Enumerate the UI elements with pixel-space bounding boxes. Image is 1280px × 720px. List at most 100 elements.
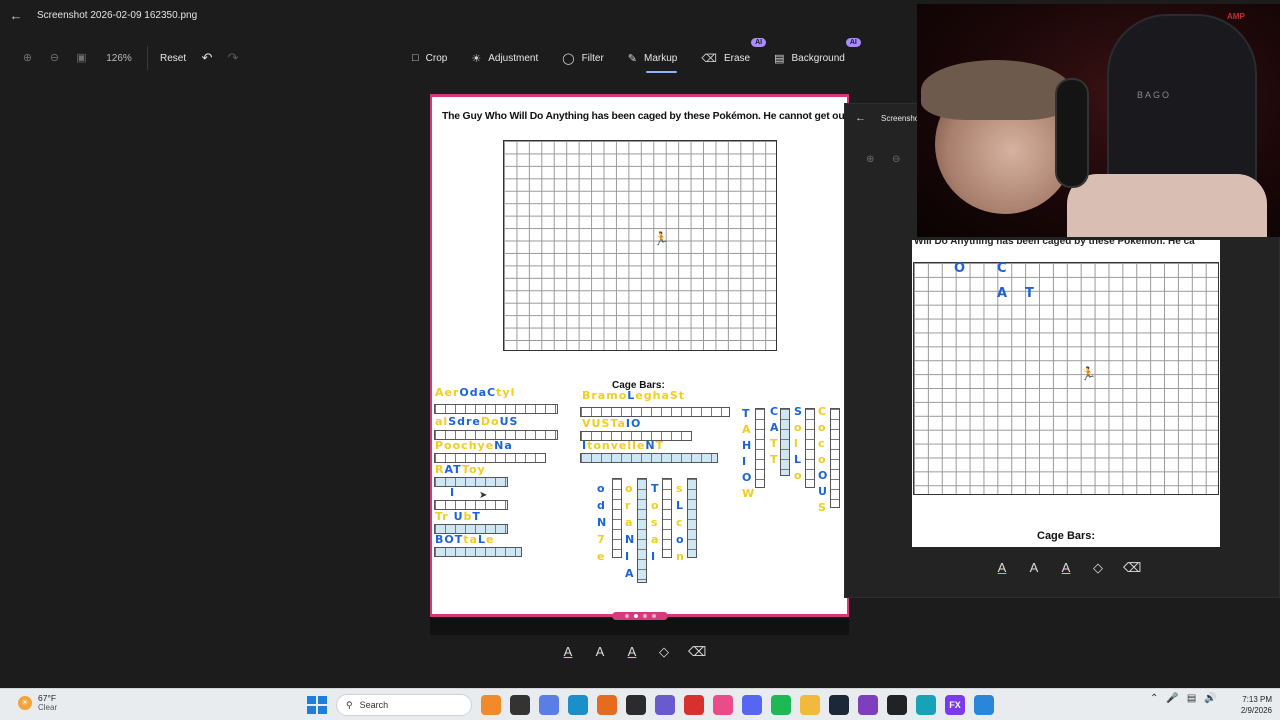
side-grid <box>913 262 1219 495</box>
image-canvas[interactable]: The Guy Who Will Do Anything has been ca… <box>430 94 851 635</box>
tool-filter[interactable]: ◯ Filter <box>550 46 616 70</box>
vertical-word-mid: oraNIA <box>625 482 636 580</box>
page-dot[interactable] <box>651 614 656 618</box>
runner-icon: 🏃 <box>653 231 670 246</box>
eraser-icon[interactable]: ◇ <box>1091 560 1105 576</box>
weather-widget[interactable]: ☀ 67°F Clear <box>18 693 57 712</box>
explorer-app-icon[interactable] <box>800 695 820 715</box>
pizza-app-icon[interactable] <box>481 695 501 715</box>
weather-desc: Clear <box>38 703 58 712</box>
steam-app-icon[interactable] <box>829 695 849 715</box>
vertical-word-right: TAHIOW <box>742 407 756 500</box>
clear-all-icon[interactable]: ⌫ <box>1123 560 1141 576</box>
answer-column <box>662 478 672 558</box>
chat-app-icon[interactable] <box>655 695 675 715</box>
pencil-icon[interactable]: A <box>592 644 608 660</box>
volume-icon[interactable]: 🔊 <box>1204 693 1216 704</box>
purple-app-icon[interactable] <box>858 695 878 715</box>
runner-icon: 🏃 <box>1080 366 1097 381</box>
microphone-icon[interactable]: 🎤 <box>1166 693 1178 704</box>
tool-crop[interactable]: □ Crop <box>400 46 459 70</box>
edit-toolbar: □ Crop ☀ Adjustment ◯ Filter ✎ Markup ⌫ … <box>400 38 861 73</box>
page-dot-current[interactable] <box>633 614 638 618</box>
photos-app-icon[interactable] <box>974 695 994 715</box>
vertical-word-far: CocoOUS <box>818 405 829 514</box>
reset-button[interactable]: Reset <box>156 53 190 64</box>
zoom-toolbar: ⊕ ⊖ ▣ 126% Reset ↶ ↷ <box>18 46 242 70</box>
word-left-2: PoochyeNa <box>435 439 513 452</box>
chair-logo: BAGO <box>1137 90 1172 100</box>
vertical-word-left: odN7e <box>597 482 608 563</box>
zoom-out-icon[interactable]: ⊖ <box>45 48 64 68</box>
eraser-icon: ⌫ <box>701 52 717 65</box>
tool-erase-label: Erase <box>723 52 751 64</box>
taskbar-search[interactable]: ⚲ Search <box>336 694 472 716</box>
word-mid-0: BramoLeghaSt <box>582 389 686 402</box>
word-mid-1: VUSTaIO <box>582 417 642 430</box>
page-dot[interactable] <box>642 614 647 618</box>
pen-icon: ✎ <box>627 52 638 65</box>
tool-background[interactable]: ▤ Background AI <box>762 38 861 70</box>
teal-app-icon[interactable] <box>916 695 936 715</box>
firefox-app-icon[interactable] <box>597 695 617 715</box>
redo-icon[interactable]: ↷ <box>224 50 242 66</box>
mouse-cursor-icon: ➤ <box>479 490 488 501</box>
markup-toolbar: A A A ◇ ⌫ <box>560 644 707 660</box>
side-page-caption: Will Do Anything has been caged by these… <box>914 236 1195 246</box>
weather-temp: 67°F <box>38 693 57 703</box>
tool-adjustment[interactable]: ☀ Adjustment <box>459 46 550 70</box>
file-app-icon[interactable] <box>510 695 530 715</box>
highlighter-icon[interactable]: A <box>1059 560 1073 576</box>
vertical-word-right-3: SolLo <box>794 405 803 482</box>
tool-erase[interactable]: ⌫ Erase AI <box>689 38 767 70</box>
copilot-app-icon[interactable] <box>539 695 559 715</box>
clear-all-icon[interactable]: ⌫ <box>688 644 706 660</box>
obs-app-icon[interactable] <box>626 695 646 715</box>
ballpoint-pen-icon[interactable]: A <box>995 560 1009 576</box>
ballpoint-pen-icon[interactable]: A <box>560 644 576 660</box>
discord-app-icon[interactable] <box>742 695 762 715</box>
highlighter-icon[interactable]: A <box>624 644 640 660</box>
edge-app-icon[interactable] <box>568 695 588 715</box>
document-page: The Guy Who Will Do Anything has been ca… <box>430 94 851 617</box>
fit-to-window-icon[interactable]: ▣ <box>72 48 91 68</box>
fx-app-icon[interactable]: FX <box>945 695 965 715</box>
network-icon[interactable]: ▤ <box>1187 693 1196 704</box>
weather-sun-icon: ☀ <box>18 695 32 710</box>
back-arrow-icon[interactable]: ← <box>6 6 26 26</box>
back-arrow-icon[interactable]: ← <box>855 112 866 124</box>
zoom-level[interactable]: 126% <box>99 53 139 64</box>
spotify-app-icon[interactable] <box>771 695 791 715</box>
music-app-icon[interactable] <box>713 695 733 715</box>
answer-column <box>830 408 840 508</box>
clock[interactable]: 7:13 PM 2/9/2026 <box>1226 694 1272 716</box>
answer-row <box>434 453 546 463</box>
red-app-icon[interactable] <box>684 695 704 715</box>
side-cage-bars-title: Cage Bars: <box>1037 530 1096 542</box>
window-title: Screenshot 2026-02-09 162350.png <box>37 10 198 21</box>
undo-icon[interactable]: ↶ <box>198 50 216 66</box>
answer-row <box>580 453 718 463</box>
answer-row <box>434 404 558 414</box>
answer-row <box>434 500 508 510</box>
pencil-icon[interactable]: A <box>1027 560 1041 576</box>
page-indicator[interactable] <box>612 612 668 620</box>
grid-letter: A <box>997 286 1009 301</box>
dark-app-icon[interactable] <box>887 695 907 715</box>
tool-crop-label: Crop <box>425 52 448 64</box>
answer-row <box>580 407 730 417</box>
grid-letter: C <box>997 261 1008 276</box>
eraser-icon[interactable]: ◇ <box>656 644 672 660</box>
zoom-in-icon[interactable]: ⊕ <box>18 48 37 68</box>
chevron-up-icon[interactable]: ⌃ <box>1150 693 1158 704</box>
page-dot[interactable] <box>624 614 629 618</box>
windows-start-icon[interactable] <box>305 694 327 716</box>
zoom-in-icon[interactable]: ⊕ <box>866 154 874 165</box>
tool-markup[interactable]: ✎ Markup <box>616 46 690 73</box>
main-grid <box>503 140 777 351</box>
word-left-4: I <box>450 486 456 499</box>
clock-date: 2/9/2026 <box>1240 706 1272 715</box>
word-mid-2: ItonvelleNT <box>582 439 665 452</box>
page-caption: The Guy Who Will Do Anything has been ca… <box>442 111 851 122</box>
zoom-out-icon[interactable]: ⊖ <box>892 154 900 165</box>
